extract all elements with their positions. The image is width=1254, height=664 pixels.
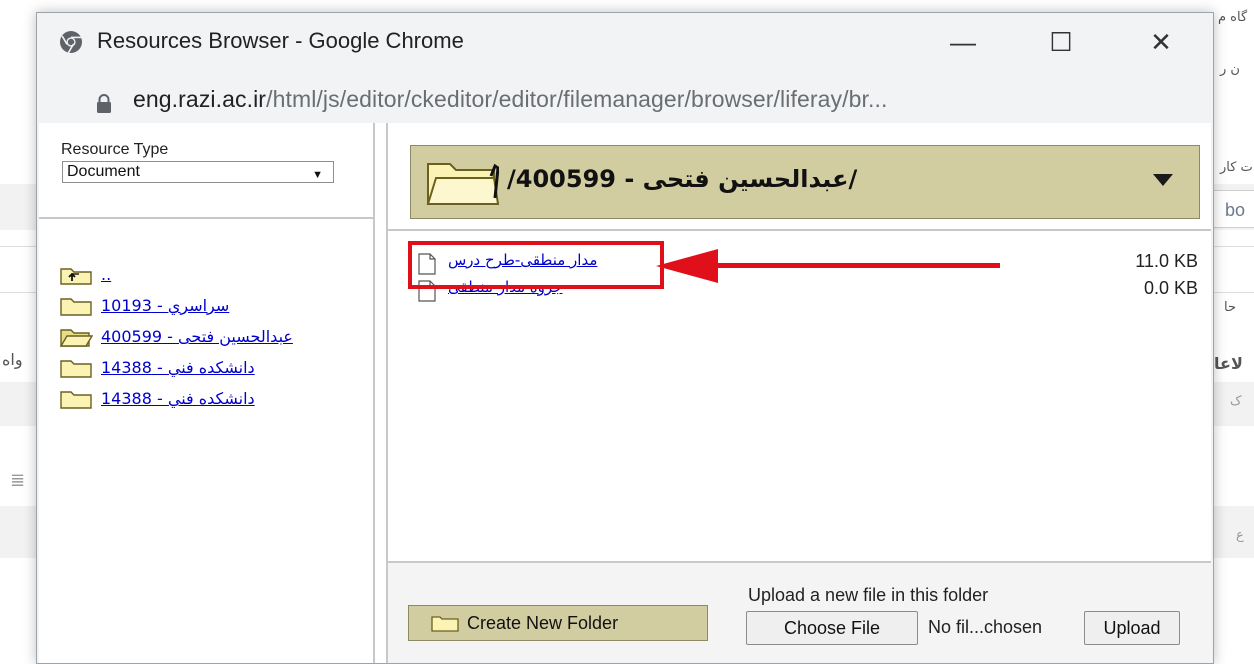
current-folder-path: /عبدالحسین فتحی - 400599/ [507, 165, 858, 193]
folder-up-icon [60, 267, 92, 285]
file-size: 11.0 KB [1135, 251, 1198, 271]
folder-tree: .. سراسري - 10193 عبدالحسین فتحی - 40059… [59, 259, 293, 414]
arrow-annotation-icon [656, 249, 1000, 283]
url-host: eng.razi.ac.ir [133, 86, 267, 112]
tree-item-label[interactable]: عبدالحسین فتحی - 400599 [101, 327, 293, 346]
dropdown-arrow-icon: ▼ [312, 169, 323, 181]
minimize-icon: — [950, 26, 976, 57]
folder-icon [60, 297, 92, 316]
no-file-chosen-text: No fil...chosen [928, 617, 1043, 637]
background-text: ک [1230, 394, 1242, 409]
resource-type-panel: Resource Type Document ▼ [39, 123, 373, 219]
folder-open-icon [59, 328, 93, 347]
folder-dropdown-arrow-icon[interactable] [1153, 174, 1173, 186]
folder-icon [431, 616, 459, 632]
background-text: گاه م [1218, 10, 1248, 25]
folder-actions-bar: Create New Folder Upload a new file in t… [388, 561, 1211, 663]
background-text: ت کار [1220, 160, 1253, 175]
lock-icon [97, 94, 111, 113]
folder-icon [60, 359, 92, 378]
url-path: /html/js/editor/ckeditor/editor/filemana… [266, 86, 888, 112]
url-text[interactable]: eng.razi.ac.ir/html/js/editor/ckeditor/e… [133, 86, 887, 113]
upload-button[interactable]: Upload [1084, 611, 1180, 645]
close-icon: ✕ [1150, 26, 1172, 57]
resource-type-label: Resource Type [61, 141, 169, 158]
background-text: لاعا [1214, 354, 1243, 373]
create-new-folder-button[interactable]: Create New Folder [408, 605, 708, 641]
resources-browser-window: Resources Browser - Google Chrome — ☐ ✕ … [36, 12, 1214, 664]
folder-open-icon [426, 163, 499, 205]
tree-item[interactable]: دانشكده فني - 14388 [59, 383, 293, 414]
file-list-pane: /عبدالحسین فتحی - 400599/ مدار منطقی-طرح… [388, 123, 1211, 663]
address-bar[interactable]: eng.razi.ac.ir/html/js/editor/ckeditor/e… [37, 73, 1213, 129]
current-folder-bar[interactable]: /عبدالحسین فتحی - 400599/ [410, 145, 1200, 219]
choose-file-button[interactable]: Choose File [746, 611, 918, 645]
maximize-icon: ☐ [1049, 26, 1073, 57]
maximize-button[interactable]: ☐ [1033, 19, 1089, 65]
tree-item[interactable]: عبدالحسین فتحی - 400599 [59, 321, 293, 352]
create-new-folder-label: Create New Folder [467, 612, 619, 633]
upload-label: Upload a new file in this folder [748, 585, 989, 605]
minimize-button[interactable]: — [935, 19, 991, 65]
pane-splitter[interactable] [373, 123, 388, 663]
resource-type-select[interactable]: Document ▼ [62, 161, 334, 183]
window-title: Resources Browser - Google Chrome [97, 28, 464, 53]
tree-item-label[interactable]: سراسري - 10193 [101, 296, 229, 315]
file-size: 0.0 KB [1143, 278, 1198, 298]
background-text: حا [1224, 300, 1236, 315]
tree-item[interactable]: .. [59, 259, 293, 290]
file-browser: Resource Type Document ▼ .. سراسري - 101… [39, 123, 1211, 663]
background-text: واه [2, 350, 23, 369]
background-text: ن ر [1220, 62, 1240, 77]
highlight-annotation [408, 241, 664, 289]
background-text: ع [1236, 528, 1244, 543]
background-input[interactable]: bo [1212, 190, 1254, 228]
resource-type-value: Document [67, 163, 140, 180]
title-bar: Resources Browser - Google Chrome — ☐ ✕ [37, 13, 1213, 73]
folder-icon [60, 390, 92, 409]
chrome-icon [60, 31, 82, 54]
close-button[interactable]: ✕ [1133, 19, 1189, 65]
tree-item-label[interactable]: دانشكده فني - 14388 [101, 389, 255, 408]
tree-item-label[interactable]: .. [101, 265, 111, 284]
tree-item-label[interactable]: دانشكده فني - 14388 [101, 358, 255, 377]
tree-item[interactable]: سراسري - 10193 [59, 290, 293, 321]
tree-item[interactable]: دانشكده فني - 14388 [59, 352, 293, 383]
list-icon: ≣ [10, 470, 26, 491]
pane-divider [388, 229, 1211, 231]
